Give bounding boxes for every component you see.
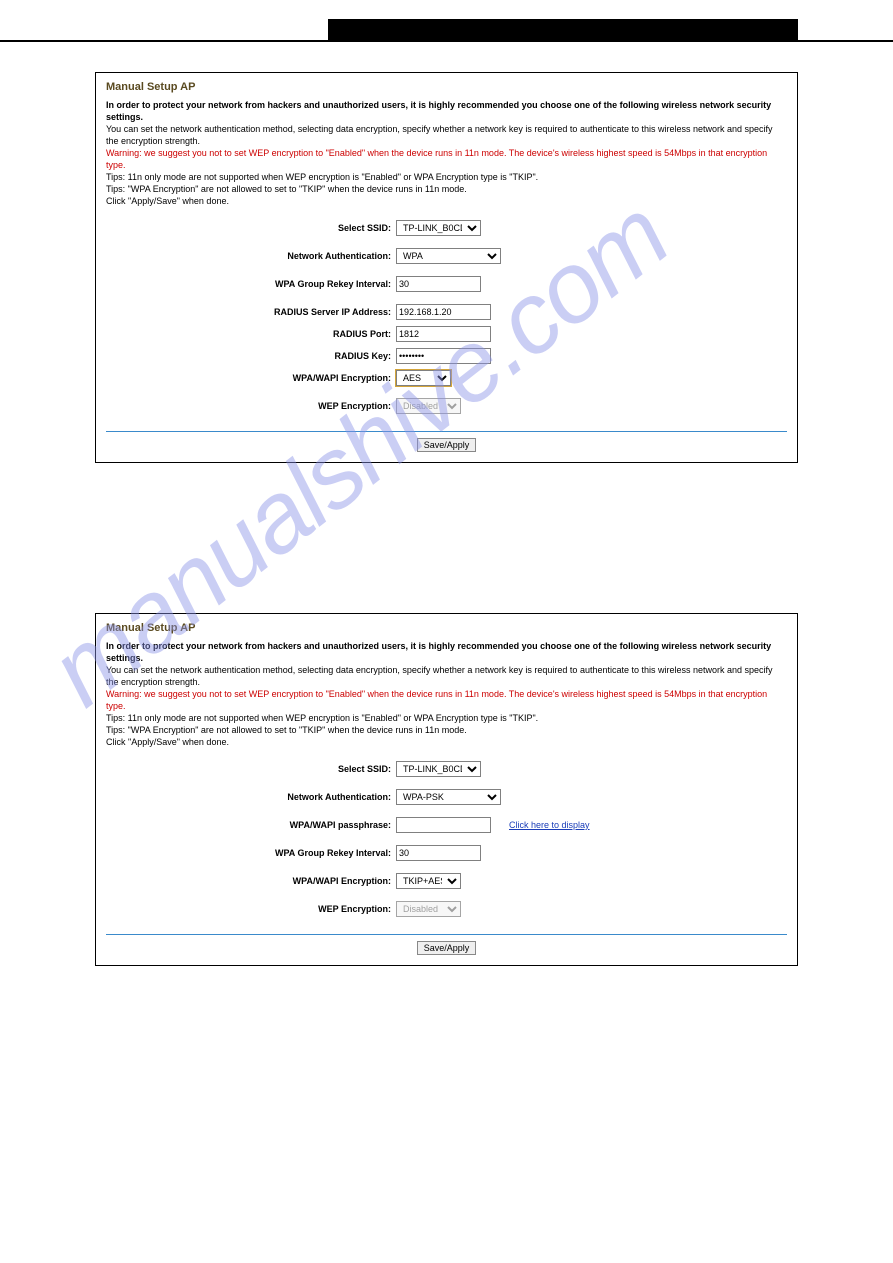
warning-text: Warning: we suggest you not to set WEP e… bbox=[106, 688, 787, 712]
label-wep: WEP Encryption: bbox=[106, 401, 396, 411]
label-rekey: WPA Group Rekey Interval: bbox=[106, 279, 396, 289]
panel-title: Manual Setup AP bbox=[106, 622, 787, 634]
tip1-text: Tips: 11n only mode are not supported wh… bbox=[106, 171, 787, 183]
select-wpa-enc[interactable]: AES bbox=[396, 370, 451, 386]
display-passphrase-link[interactable]: Click here to display bbox=[509, 820, 590, 830]
select-wep: Disabled bbox=[396, 901, 461, 917]
desc-text: You can set the network authentication m… bbox=[106, 123, 787, 147]
input-rekey[interactable] bbox=[396, 276, 481, 292]
label-radius-port: RADIUS Port: bbox=[106, 329, 396, 339]
tip2-text: Tips: "WPA Encryption" are not allowed t… bbox=[106, 724, 787, 736]
label-radius-key: RADIUS Key: bbox=[106, 351, 396, 361]
input-passphrase[interactable] bbox=[396, 817, 491, 833]
select-auth[interactable]: WPA bbox=[396, 248, 501, 264]
select-ssid[interactable]: TP-LINK_B0CD bbox=[396, 220, 481, 236]
done-text: Click "Apply/Save" when done. bbox=[106, 736, 787, 748]
warning-text: Warning: we suggest you not to set WEP e… bbox=[106, 147, 787, 171]
panel-title: Manual Setup AP bbox=[106, 81, 787, 93]
intro-text: In order to protect your network from ha… bbox=[106, 640, 787, 664]
label-wep: WEP Encryption: bbox=[106, 904, 396, 914]
label-radius-ip: RADIUS Server IP Address: bbox=[106, 307, 396, 317]
input-radius-port[interactable] bbox=[396, 326, 491, 342]
label-ssid: Select SSID: bbox=[106, 223, 396, 233]
label-wpa-enc: WPA/WAPI Encryption: bbox=[106, 373, 396, 383]
label-auth: Network Authentication: bbox=[106, 792, 396, 802]
select-auth[interactable]: WPA-PSK bbox=[396, 789, 501, 805]
done-text: Click "Apply/Save" when done. bbox=[106, 195, 787, 207]
select-wpa-enc[interactable]: TKIP+AES bbox=[396, 873, 461, 889]
panel-wpa: Manual Setup AP In order to protect your… bbox=[95, 72, 798, 463]
intro-text: In order to protect your network from ha… bbox=[106, 99, 787, 123]
label-wpa-enc: WPA/WAPI Encryption: bbox=[106, 876, 396, 886]
input-radius-ip[interactable] bbox=[396, 304, 491, 320]
input-rekey[interactable] bbox=[396, 845, 481, 861]
select-ssid[interactable]: TP-LINK_B0CD bbox=[396, 761, 481, 777]
divider bbox=[106, 934, 787, 935]
panel-wpa-psk: Manual Setup AP In order to protect your… bbox=[95, 613, 798, 966]
save-button[interactable]: Save/Apply bbox=[417, 438, 477, 452]
save-button[interactable]: Save/Apply bbox=[417, 941, 477, 955]
input-radius-key[interactable] bbox=[396, 348, 491, 364]
label-rekey: WPA Group Rekey Interval: bbox=[106, 848, 396, 858]
label-ssid: Select SSID: bbox=[106, 764, 396, 774]
header-black-block bbox=[328, 19, 798, 42]
label-passphrase: WPA/WAPI passphrase: bbox=[106, 820, 396, 830]
divider bbox=[106, 431, 787, 432]
desc-text: You can set the network authentication m… bbox=[106, 664, 787, 688]
tip1-text: Tips: 11n only mode are not supported wh… bbox=[106, 712, 787, 724]
tip2-text: Tips: "WPA Encryption" are not allowed t… bbox=[106, 183, 787, 195]
label-auth: Network Authentication: bbox=[106, 251, 396, 261]
select-wep: Disabled bbox=[396, 398, 461, 414]
